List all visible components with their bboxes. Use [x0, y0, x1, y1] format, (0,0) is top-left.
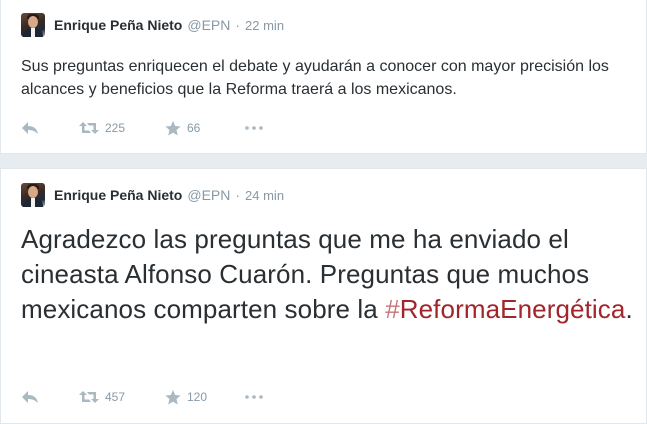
author-name[interactable]: Enrique Peña Nieto [54, 187, 182, 203]
tweet-text-end: . [625, 294, 633, 324]
hashtag-link[interactable]: #ReformaEnergética [385, 294, 625, 324]
author-handle[interactable]: @EPN [187, 187, 230, 203]
separator-dot: · [235, 17, 241, 33]
tweet-text: Sus preguntas enriquecen el debate y ayu… [21, 58, 609, 98]
more-icon [245, 395, 263, 399]
avatar[interactable] [21, 183, 45, 207]
favorite-button[interactable]: 66 [165, 120, 245, 136]
avatar[interactable] [21, 13, 45, 37]
tweet-text: Agradezco las preguntas que me ha enviad… [21, 222, 641, 327]
reply-button[interactable] [21, 121, 79, 135]
hashtag-word: ReformaEnergética [399, 294, 626, 324]
tweet-header: Enrique Peña Nieto @EPN · 22 min [21, 13, 284, 37]
tweet-header: Enrique Peña Nieto @EPN · 24 min [21, 183, 284, 207]
star-icon [165, 120, 181, 135]
favorite-count: 120 [187, 390, 208, 404]
reply-icon [22, 391, 38, 403]
reply-icon [22, 122, 38, 134]
more-icon [245, 126, 263, 130]
favorite-count: 66 [187, 121, 201, 135]
retweet-count: 457 [105, 390, 126, 404]
author-name[interactable]: Enrique Peña Nieto [54, 17, 182, 33]
retweet-icon [79, 122, 99, 134]
retweet-icon [79, 391, 99, 403]
author-handle[interactable]: @EPN [187, 17, 230, 33]
tweet-card[interactable]: Enrique Peña Nieto @EPN · 22 min Sus pre… [0, 0, 647, 154]
retweet-button[interactable]: 457 [79, 390, 165, 404]
favorite-button[interactable]: 120 [165, 389, 245, 405]
separator-dot: · [235, 187, 241, 203]
more-button[interactable] [245, 395, 275, 399]
timestamp[interactable]: 24 min [245, 188, 284, 203]
hashtag-symbol: # [385, 294, 400, 324]
reply-button[interactable] [21, 390, 79, 404]
timestamp[interactable]: 22 min [245, 18, 284, 33]
tweet-actions: 457 120 [21, 387, 275, 407]
tweet-card[interactable]: Enrique Peña Nieto @EPN · 24 min Agradez… [0, 168, 647, 424]
tweet-actions: 225 66 [21, 118, 275, 138]
star-icon [165, 389, 181, 404]
retweet-button[interactable]: 225 [79, 121, 165, 135]
retweet-count: 225 [105, 121, 126, 135]
more-button[interactable] [245, 126, 275, 130]
